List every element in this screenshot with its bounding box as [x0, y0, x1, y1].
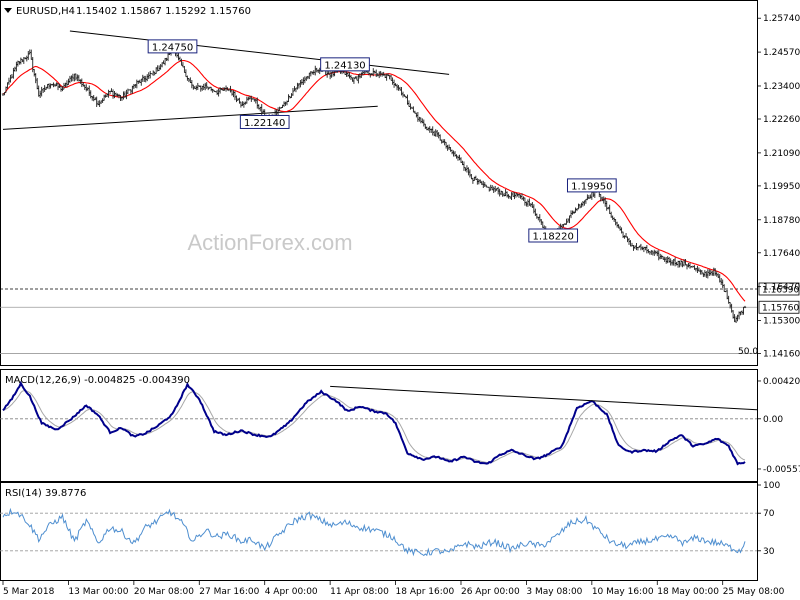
price-annotation-label: 1.19950	[571, 181, 612, 192]
price-y-tick-label: 1.21090	[763, 149, 800, 159]
x-tick-label: 13 Mar 00:00	[68, 587, 128, 597]
rsi-y-tick-label: 100	[763, 481, 780, 491]
macd-y-tick-label: 0.00	[763, 415, 783, 425]
price-y-tick-label: 1.19950	[763, 182, 800, 192]
macd-header: MACD(12,26,9) -0.004825 -0.004390	[5, 375, 190, 386]
x-tick-label: 20 Mar 08:00	[134, 587, 194, 597]
x-tick-label: 26 Apr 00:00	[461, 587, 520, 597]
x-tick-label: 11 Apr 08:00	[330, 587, 389, 597]
price-y-tick-label: 1.15300	[763, 317, 800, 327]
x-tick-label: 4 Apr 00:00	[265, 587, 318, 597]
price-annotation-label: 1.18220	[533, 231, 574, 242]
price-annotation-label: 1.24750	[152, 42, 193, 53]
macd-y-tick-label: -0.005574	[763, 465, 800, 475]
price-y-tick-label: 1.14160	[763, 350, 800, 360]
x-axis: 5 Mar 2018 13 Mar 00:00 20 Mar 08:00 27 Mar…	[2, 581, 785, 597]
rsi-y-tick-label: 70	[763, 509, 775, 519]
rsi-y-axis: 100 70 30	[757, 481, 780, 557]
rsi-y-tick-label: 30	[763, 547, 775, 557]
x-tick-label: 10 May 16:00	[592, 587, 654, 597]
price-annotation-label: 1.22140	[244, 118, 285, 129]
price-header-symbol: EURUSD,H4	[16, 6, 75, 17]
price-y-axis: 1.163901.157601.257401.245701.234001.222…	[757, 14, 800, 360]
macd-panel-frame	[0, 369, 758, 482]
price-y-tick-label: 1.18780	[763, 216, 800, 226]
watermark-text: ActionForex.com	[187, 230, 352, 255]
price-header-ohlc: 1.15402 1.15867 1.15292 1.15760	[76, 6, 251, 17]
price-y-tick-label: 1.25740	[763, 14, 800, 24]
x-tick-label: 18 Apr 16:00	[396, 587, 455, 597]
x-tick-label: 27 Mar 16:00	[199, 587, 259, 597]
x-tick-label: 5 Mar 2018	[3, 587, 55, 597]
price-panel-frame	[0, 0, 758, 366]
x-tick-label: 18 May 00:00	[657, 587, 719, 597]
macd-y-tick-label: 0.004203	[763, 377, 800, 387]
chart-canvas: ActionForex.com EURUSD,H4 1.15402 1.1586…	[0, 0, 800, 597]
rsi-header: RSI(14) 39.8776	[5, 488, 86, 499]
price-annotation-label: 1.24130	[324, 60, 365, 71]
price-y-tick-label: 1.16470	[763, 283, 800, 293]
fib-level-label: 50.0	[738, 347, 758, 357]
price-level-label: 1.15760	[762, 304, 799, 314]
x-tick-label: 25 May 08:00	[723, 587, 785, 597]
macd-y-axis: 0.004203 0.00 -0.005574	[757, 377, 800, 475]
price-y-tick-label: 1.24570	[763, 48, 800, 58]
price-y-tick-label: 1.23400	[763, 82, 800, 92]
price-y-tick-label: 1.17640	[763, 249, 800, 259]
x-tick-label: 3 May 08:00	[526, 587, 582, 597]
price-y-tick-label: 1.22260	[763, 115, 800, 125]
